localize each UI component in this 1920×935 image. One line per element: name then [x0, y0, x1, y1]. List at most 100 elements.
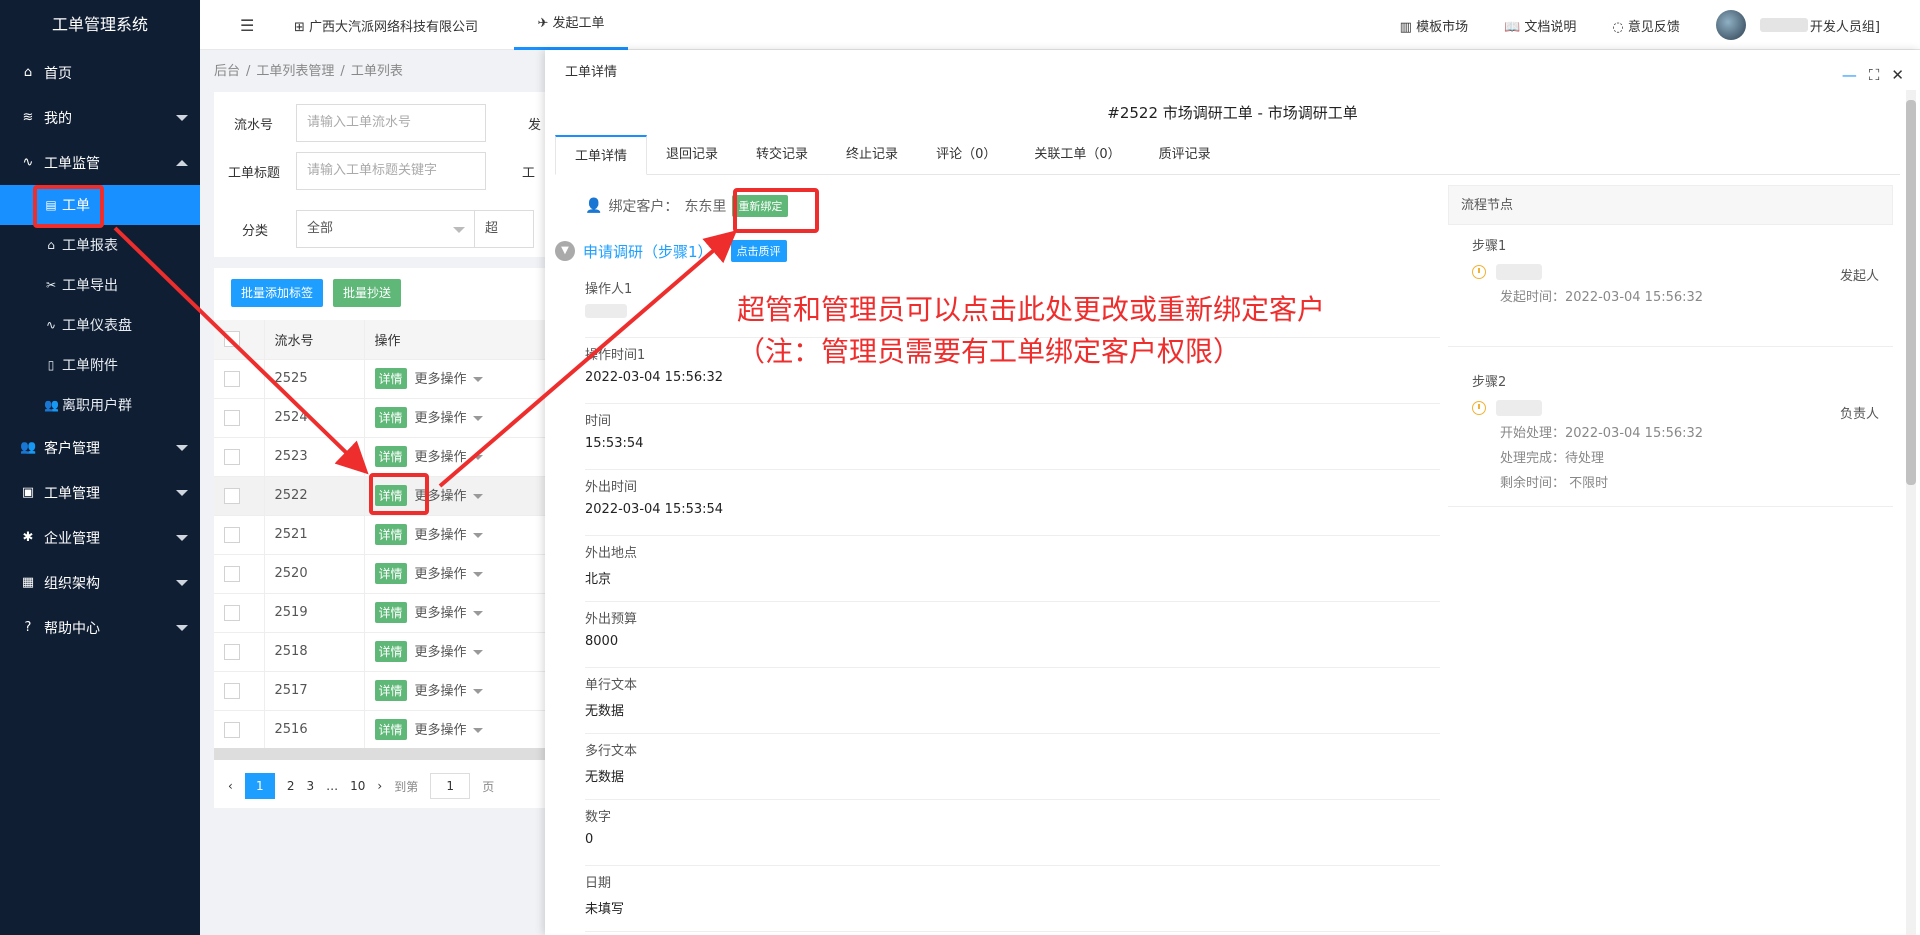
- detail-button[interactable]: 详情: [374, 524, 407, 545]
- nav-ticket-management[interactable]: ▣ 工单管理: [0, 470, 200, 515]
- detail-button[interactable]: 详情: [374, 680, 407, 701]
- template-market-link[interactable]: ▥ 模板市场: [1400, 16, 1468, 35]
- more-actions-dropdown[interactable]: 更多操作: [415, 446, 483, 465]
- vertical-scrollbar[interactable]: [1906, 90, 1916, 935]
- page-input[interactable]: 1: [430, 773, 471, 799]
- nav-organization[interactable]: ▦ 组织架构: [0, 560, 200, 605]
- category-label: 分类: [242, 224, 269, 239]
- row-checkbox[interactable]: [224, 409, 240, 426]
- table-row[interactable]: 2519 详情 更多操作: [214, 593, 554, 633]
- row-checkbox[interactable]: [224, 448, 240, 465]
- tab-transfer-records[interactable]: 转交记录: [737, 135, 827, 175]
- sub-item-ticket-report[interactable]: ⌂ 工单报表: [0, 225, 200, 265]
- detail-button[interactable]: 详情: [374, 446, 407, 467]
- row-checkbox[interactable]: [224, 721, 240, 738]
- nav-home[interactable]: ⌂ 首页: [0, 50, 200, 95]
- more-actions-dropdown[interactable]: 更多操作: [415, 719, 483, 738]
- sub-item-ticket-export[interactable]: ✂ 工单导出: [0, 265, 200, 305]
- org-switcher[interactable]: ⊞ 广西大汽派网络科技有限公司: [294, 16, 478, 35]
- table-row[interactable]: 2521 详情 更多操作: [214, 515, 554, 555]
- row-checkbox[interactable]: [224, 682, 240, 699]
- title-input[interactable]: 请输入工单标题关键字: [296, 152, 486, 190]
- row-checkbox[interactable]: [224, 643, 240, 660]
- detail-button[interactable]: 详情: [374, 719, 407, 740]
- nav-mine[interactable]: ≋ 我的: [0, 95, 200, 140]
- collapse-icon[interactable]: ▼: [555, 241, 575, 261]
- batch-cc-button[interactable]: 批量抄送: [333, 279, 402, 307]
- nav-enterprise-management-label: 企业管理: [44, 530, 100, 547]
- batch-add-tag-button[interactable]: 批量添加标签: [231, 279, 324, 307]
- next-page-icon[interactable]: ›: [377, 779, 382, 793]
- more-actions-dropdown[interactable]: 更多操作: [415, 407, 483, 426]
- table-row[interactable]: 2524 详情 更多操作: [214, 398, 554, 438]
- detail-button[interactable]: 详情: [374, 641, 407, 662]
- tab-comments[interactable]: 评论（0）: [917, 135, 1015, 175]
- docs-link[interactable]: 📖 文档说明: [1504, 16, 1576, 35]
- sub-item-ticket-export-label: 工单导出: [62, 278, 118, 294]
- quality-rate-button[interactable]: 点击质评: [730, 240, 787, 262]
- table-row[interactable]: 2525 详情 更多操作: [214, 359, 554, 399]
- breadcrumb-item[interactable]: 工单列表管理: [256, 64, 334, 79]
- row-checkbox[interactable]: [224, 604, 240, 621]
- breadcrumb-item[interactable]: 后台: [214, 64, 240, 79]
- user-menu[interactable]: 开发人员组]: [1715, 10, 1880, 40]
- serial-input[interactable]: 请输入工单流水号: [296, 104, 486, 142]
- more-actions-dropdown[interactable]: 更多操作: [415, 602, 483, 621]
- tab-terminate-records[interactable]: 终止记录: [827, 135, 917, 175]
- detail-button[interactable]: 详情: [374, 407, 407, 428]
- more-actions-dropdown[interactable]: 更多操作: [415, 524, 483, 543]
- serial-label: 流水号: [234, 118, 274, 133]
- nav-organization-label: 组织架构: [44, 575, 100, 592]
- breadcrumb-item: 工单列表: [350, 64, 403, 79]
- table-row[interactable]: 2520 详情 更多操作: [214, 554, 554, 594]
- ticket-list: 批量添加标签 批量抄送 流水号 操作 2525 详情 更多操作 2524 详情 更多操作 2…: [214, 268, 554, 808]
- close-icon[interactable]: ✕: [1891, 66, 1904, 84]
- nav-customer-management[interactable]: 👥 客户管理: [0, 425, 200, 470]
- detail-button[interactable]: 详情: [374, 563, 407, 584]
- sub-item-resigned-users[interactable]: 👥 离职用户群: [0, 385, 200, 425]
- row-checkbox[interactable]: [224, 526, 240, 543]
- select-all-checkbox[interactable]: [224, 331, 240, 348]
- table-row[interactable]: 2517 详情 更多操作: [214, 671, 554, 711]
- field-label: 操作人1: [585, 282, 633, 297]
- minimize-icon[interactable]: —: [1842, 66, 1857, 84]
- table-row[interactable]: 2516 详情 更多操作: [214, 710, 554, 750]
- feedback-link[interactable]: ◌ 意见反馈: [1612, 16, 1680, 35]
- tab-detail[interactable]: 工单详情: [555, 135, 648, 175]
- more-actions-dropdown[interactable]: 更多操作: [415, 641, 483, 660]
- tab-launch-ticket[interactable]: ✈ 发起工单: [514, 0, 628, 50]
- tab-return-records[interactable]: 退回记录: [647, 135, 737, 175]
- page-3[interactable]: 3: [306, 779, 314, 793]
- maximize-icon[interactable]: ⛶: [1869, 66, 1880, 84]
- more-actions-dropdown[interactable]: 更多操作: [415, 563, 483, 582]
- page-2[interactable]: 2: [287, 779, 295, 793]
- page-1[interactable]: 1: [244, 773, 275, 799]
- nav-help-center[interactable]: ? 帮助中心: [0, 605, 200, 650]
- menu-toggle-icon[interactable]: ☰: [240, 16, 254, 35]
- detail-button[interactable]: 详情: [374, 368, 407, 389]
- category-select[interactable]: 全部: [296, 210, 476, 248]
- step-name[interactable]: 申请调研（步骤1）: [583, 241, 713, 262]
- more-actions-dropdown[interactable]: 更多操作: [415, 368, 483, 387]
- chevron-down-icon: [472, 455, 483, 460]
- nav-ticket-supervision[interactable]: ∿ 工单监管: [0, 140, 200, 185]
- row-checkbox[interactable]: [224, 370, 240, 387]
- detail-button[interactable]: 详情: [374, 602, 407, 623]
- table-row[interactable]: 2518 详情 更多操作: [214, 632, 554, 672]
- sub-item-ticket-attachments[interactable]: ▯ 工单附件: [0, 345, 200, 385]
- nav-enterprise-management[interactable]: ✱ 企业管理: [0, 515, 200, 560]
- tab-related-tickets[interactable]: 关联工单（0）: [1015, 135, 1139, 175]
- scrollbar-thumb[interactable]: [1906, 100, 1916, 485]
- row-checkbox[interactable]: [224, 487, 240, 504]
- more-actions-label: 更多操作: [414, 450, 467, 465]
- horizontal-scrollbar[interactable]: [214, 748, 554, 760]
- row-checkbox[interactable]: [224, 565, 240, 582]
- page-last[interactable]: 10: [350, 779, 365, 793]
- filter-button-cut[interactable]: 超: [474, 210, 534, 248]
- sub-item-ticket-dashboard[interactable]: ∿ 工单仪表盘: [0, 305, 200, 345]
- flow-step-role: 发起人: [1839, 269, 1879, 284]
- prev-page-icon[interactable]: ‹: [228, 779, 233, 793]
- table-row[interactable]: 2523 详情 更多操作: [214, 437, 554, 477]
- more-actions-dropdown[interactable]: 更多操作: [415, 680, 483, 699]
- tab-quality-records[interactable]: 质评记录: [1140, 135, 1230, 175]
